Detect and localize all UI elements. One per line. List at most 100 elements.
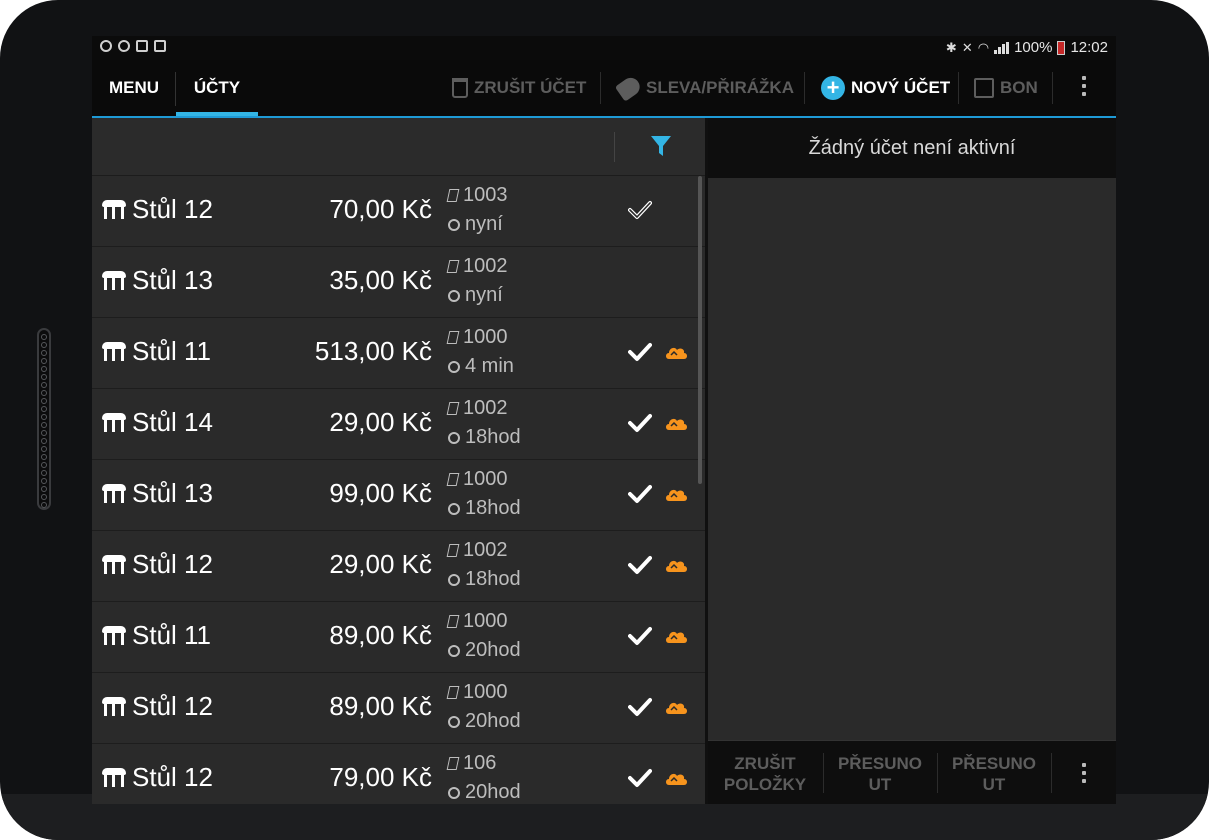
receipt-icon [446, 615, 460, 628]
bill-row[interactable]: Stůl 14 29,00 Kč 1002 18hod [92, 389, 706, 460]
plus-circle-icon: + [821, 76, 845, 100]
table-icon [102, 626, 126, 646]
bill-number: 1000 [446, 681, 508, 704]
tab-ucty[interactable]: ÚČTY [176, 60, 258, 116]
bill-row[interactable]: Stůl 11 89,00 Kč 1000 20hod [92, 602, 706, 673]
table-name: Stůl 12 [132, 549, 213, 579]
bill-row[interactable]: Stůl 12 89,00 Kč 1000 20hod [92, 673, 706, 744]
new-bill-button[interactable]: + NOVÝ ÚČET [821, 60, 950, 116]
new-bill-label: NOVÝ ÚČET [851, 78, 951, 97]
table-icon [102, 271, 126, 291]
speaker-hole [41, 454, 47, 460]
cancel-items-button[interactable]: ZRUŠIT POLOŽKY [710, 753, 820, 795]
speaker-hole [41, 406, 47, 412]
bill-number: 1000 [446, 468, 508, 491]
move-button-2[interactable]: PŘESUNO UT [939, 753, 1049, 795]
discount-tag-icon [614, 74, 644, 102]
bill-number: 1003 [446, 184, 508, 207]
receipt-icon [446, 189, 460, 202]
mute-icon: ✕ [961, 39, 973, 55]
signal-icon [994, 41, 1010, 54]
bill-time-value: 4 min [465, 355, 514, 377]
bill-row[interactable]: Stůl 12 79,00 Kč 106 20hod [92, 744, 706, 804]
check-icon [628, 414, 652, 432]
bill-amount: 99,00 Kč [329, 478, 432, 508]
clock-icon [448, 502, 460, 515]
bill-list-panel: Stůl 12 70,00 Kč 1003 nyní Stůl 13 35,00 Kč 10… [92, 118, 706, 804]
move-button-1[interactable]: PŘESUNO UT [825, 753, 935, 795]
footer-divider [937, 753, 938, 793]
battery-icon [1057, 40, 1066, 55]
bill-row[interactable]: Stůl 12 70,00 Kč 1003 nyní [92, 176, 706, 247]
table-name: Stůl 13 [132, 478, 213, 508]
bill-number-value: 106 [463, 752, 497, 774]
bill-row[interactable]: Stůl 13 35,00 Kč 1002 nyní [92, 247, 706, 318]
speaker-hole [41, 382, 47, 388]
bill-time: nyní [448, 213, 503, 236]
trash-icon [452, 78, 468, 98]
bill-row[interactable]: Stůl 11 513,00 Kč 1000 4 min [92, 318, 706, 389]
bill-detail-panel: Žádný účet není aktivní ZRUŠIT POLOŽKY P… [708, 118, 1116, 804]
speaker-hole [41, 462, 47, 468]
speaker-hole [41, 438, 47, 444]
clock-icon [448, 715, 460, 728]
detail-footer: ZRUŠIT POLOŽKY PŘESUNO UT PŘESUNO UT [708, 740, 1116, 804]
bill-list[interactable]: Stůl 12 70,00 Kč 1003 nyní Stůl 13 35,00 Kč 10… [92, 176, 706, 804]
table-name: Stůl 11 [132, 336, 212, 366]
bill-time-value: nyní [465, 213, 503, 235]
clock: 12:02 [1070, 39, 1108, 56]
speaker-hole [41, 390, 47, 396]
bill-number-value: 1000 [463, 326, 508, 348]
wifi-icon: ◠ [977, 39, 990, 55]
speaker-hole [41, 414, 47, 420]
bill-time: 20hod [448, 710, 521, 733]
bill-row[interactable]: Stůl 12 29,00 Kč 1002 18hod [92, 531, 706, 602]
cancel-bill-button[interactable]: ZRUŠIT ÚČET [452, 60, 586, 116]
clock-icon [448, 218, 460, 231]
speaker-hole [41, 502, 47, 508]
bill-number: 106 [446, 752, 497, 775]
speaker-hole [41, 470, 47, 476]
notification-icon [136, 40, 148, 52]
bill-time-value: nyní [465, 284, 503, 306]
table-icon [102, 413, 126, 433]
table-icon [102, 200, 126, 220]
check-outline-icon [628, 201, 652, 219]
bill-amount: 29,00 Kč [329, 549, 432, 579]
notification-icon [154, 40, 166, 52]
filter-icon[interactable] [650, 134, 672, 158]
check-icon [628, 627, 652, 645]
tab-menu[interactable]: MENU [92, 60, 176, 116]
receipt-icon [446, 402, 460, 415]
battery-percent: 100% [1014, 39, 1053, 56]
bill-row[interactable]: Stůl 13 99,00 Kč 1000 18hod [92, 460, 706, 531]
discount-label: SLEVA/PŘIRÁŽKA [646, 78, 794, 97]
cloud-sync-icon [666, 773, 687, 785]
bill-time: 4 min [448, 355, 514, 378]
action-divider [1052, 72, 1053, 104]
speaker-hole [41, 494, 47, 500]
notification-icon [100, 40, 112, 52]
footer-overflow-icon[interactable] [1082, 763, 1086, 783]
bill-amount: 70,00 Kč [329, 194, 432, 224]
receipt-icon [446, 544, 460, 557]
speaker-hole [41, 342, 47, 348]
overflow-menu-icon[interactable] [1082, 76, 1086, 96]
cloud-sync-icon [666, 702, 687, 714]
bon-button[interactable]: BON [974, 60, 1038, 116]
speaker-hole [41, 446, 47, 452]
bill-time: 20hod [448, 639, 521, 662]
notification-icons [100, 40, 166, 52]
bill-number-value: 1003 [463, 184, 508, 206]
bill-number-value: 1002 [463, 397, 508, 419]
table-name: Stůl 12 [132, 762, 213, 792]
bill-time-value: 20hod [465, 781, 521, 803]
scrollbar[interactable] [698, 176, 702, 484]
bill-amount: 29,00 Kč [329, 407, 432, 437]
table-name: Stůl 11 [132, 620, 212, 650]
bill-time: 18hod [448, 568, 521, 591]
discount-button[interactable]: SLEVA/PŘIRÁŽKA [614, 60, 794, 116]
clock-icon [448, 573, 460, 586]
action-divider [958, 72, 959, 104]
bon-icon [974, 78, 994, 98]
